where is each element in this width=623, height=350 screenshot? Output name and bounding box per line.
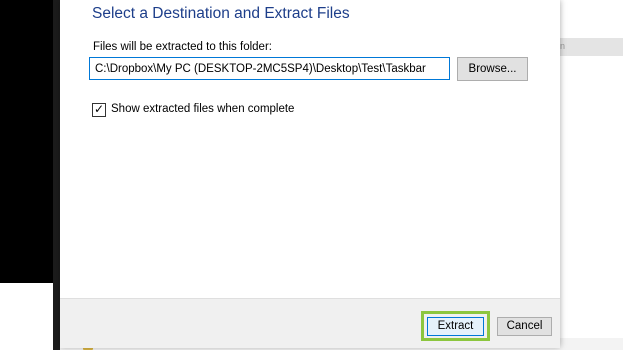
background-window-edge xyxy=(53,0,60,350)
checkmark-icon: ✓ xyxy=(94,102,105,116)
background-selected-row xyxy=(560,38,623,56)
extract-dialog: Select a Destination and Extract Files F… xyxy=(60,0,560,348)
show-files-checkbox[interactable]: ✓ xyxy=(92,102,106,117)
cancel-button[interactable]: Cancel xyxy=(497,317,552,336)
browse-button[interactable]: Browse... xyxy=(457,57,528,81)
folder-label: Files will be extracted to this folder: xyxy=(93,41,272,53)
show-files-label[interactable]: Show extracted files when complete xyxy=(111,103,294,115)
destination-path-input[interactable] xyxy=(89,57,450,80)
background-row-text: n xyxy=(560,41,566,51)
extract-button[interactable]: Extract xyxy=(427,317,484,336)
dialog-footer: Extract Cancel xyxy=(60,298,560,348)
dialog-heading: Select a Destination and Extract Files xyxy=(92,5,350,22)
background-window-dark xyxy=(0,0,53,283)
